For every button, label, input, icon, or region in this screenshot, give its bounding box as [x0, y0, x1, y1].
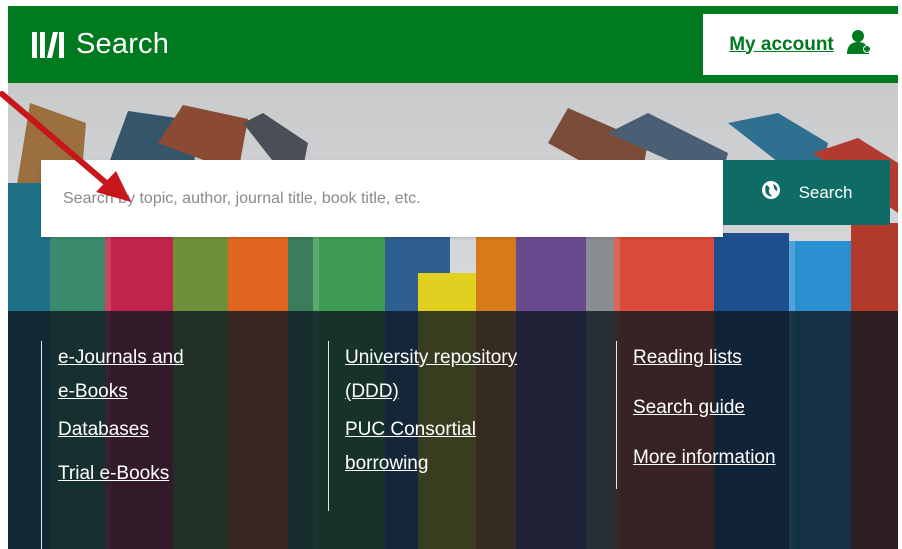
links-column-3: Reading lists Search guide More informat… [616, 341, 887, 489]
repository-link-line2: (DDD) [345, 381, 399, 402]
search-button[interactable]: Search [723, 160, 890, 225]
header-bar: Search My account [8, 6, 898, 83]
logo-mark-icon [32, 28, 66, 60]
search-guide-link[interactable]: Search guide [633, 391, 887, 425]
search-button-label: Search [798, 182, 853, 202]
databases-link[interactable]: Databases [58, 413, 302, 447]
search-field-container [41, 160, 723, 237]
university-repository-link[interactable]: University repository (DDD) [345, 341, 589, 409]
logo[interactable]: Search [32, 22, 169, 66]
library-search-widget: Search My account Search by topic, autho… [8, 6, 898, 549]
my-account-button[interactable]: My account [703, 14, 898, 75]
search-input[interactable] [41, 160, 723, 237]
logo-text: Search [76, 27, 170, 60]
links-column-1: e-Journals and e-Books Databases Trial e… [41, 341, 302, 549]
ejournals-link-line1: e-Journals and [58, 347, 184, 368]
globe-icon [761, 180, 781, 205]
my-account-label: My account [729, 33, 834, 55]
repository-link-line1: University repository [345, 347, 518, 368]
trial-ebooks-link[interactable]: Trial e-Books [58, 457, 302, 491]
ejournals-link-line2: e-Books [58, 381, 128, 402]
puc-link-line1: PUC Consortial [345, 419, 476, 440]
links-column-2: University repository (DDD) PUC Consorti… [328, 341, 589, 511]
hero-banner: Search e-Journals and e-Books Databases … [8, 83, 898, 549]
reading-lists-link[interactable]: Reading lists [633, 341, 887, 375]
puc-consortial-borrowing-link[interactable]: PUC Consortial borrowing [345, 413, 589, 481]
link-group: e-Journals and e-Books Databases Trial e… [42, 341, 302, 491]
link-group: University repository (DDD) PUC Consorti… [329, 341, 589, 481]
more-information-link[interactable]: More information [633, 441, 887, 475]
quick-links-panel: e-Journals and e-Books Databases Trial e… [8, 311, 898, 549]
link-group: Reading lists Search guide More informat… [617, 341, 887, 475]
user-icon [846, 29, 872, 60]
puc-link-line2: borrowing [345, 453, 429, 474]
ejournals-ebooks-link[interactable]: e-Journals and e-Books [58, 341, 302, 409]
